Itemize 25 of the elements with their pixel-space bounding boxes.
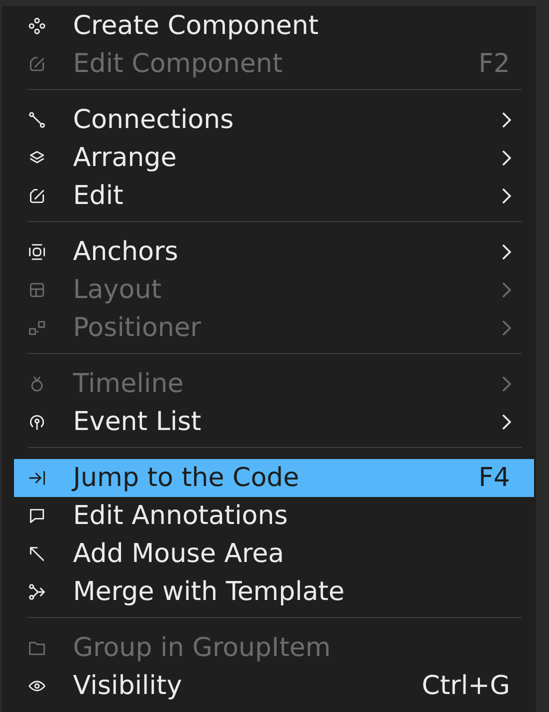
menu-item[interactable]: Anchors	[14, 233, 534, 271]
squares-icon	[28, 319, 46, 337]
nodes-icon	[28, 17, 46, 35]
merge-icon	[28, 583, 46, 601]
shortcut-label: F2	[478, 49, 510, 79]
menu-item[interactable]: Edit	[14, 177, 534, 215]
jump-arrow-icon	[28, 469, 46, 487]
menu-item[interactable]: Visibility Ctrl+G	[14, 667, 534, 705]
shortcut-label: F4	[478, 463, 510, 493]
menu-item[interactable]: Create Component	[14, 7, 534, 45]
link-icon	[28, 111, 46, 129]
menu-item[interactable]: Jump to the Code F4	[14, 459, 534, 497]
speech-bubble-icon	[28, 507, 46, 525]
menu-item[interactable]: Event List	[14, 403, 534, 441]
pencil-square-icon	[28, 55, 46, 73]
menu-item[interactable]: Add Mouse Area	[14, 535, 534, 573]
shortcut-label: Ctrl+G	[422, 671, 510, 701]
menu-item[interactable]: Arrange	[14, 139, 534, 177]
grid-icon	[28, 281, 46, 299]
menu-item[interactable]: Merge with Template	[14, 573, 534, 611]
menu-item[interactable]: Edit Annotations	[14, 497, 534, 535]
folder-icon	[28, 639, 46, 657]
menu-item[interactable]: Connections	[14, 101, 534, 139]
diagonal-arrow-icon	[28, 545, 46, 563]
pencil-square-icon	[28, 187, 46, 205]
